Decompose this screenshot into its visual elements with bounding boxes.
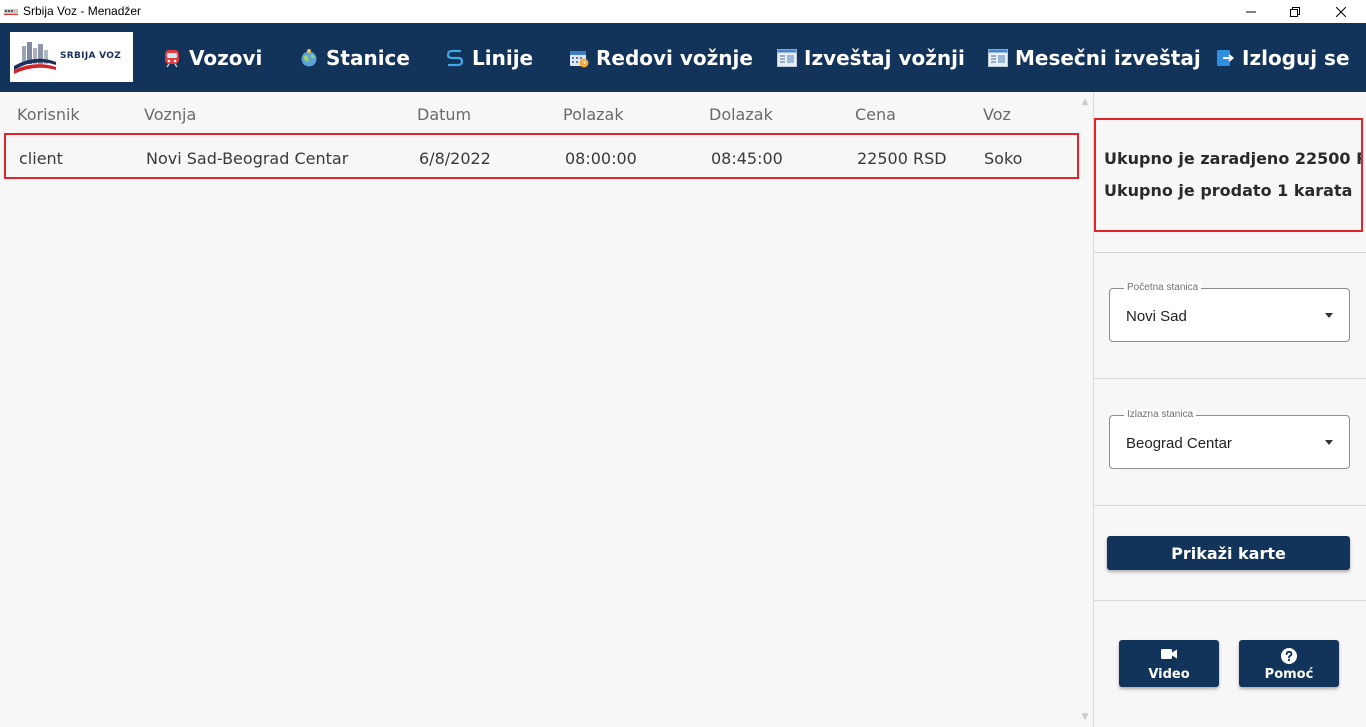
show-tickets-button[interactable]: Prikaži karte [1107, 536, 1350, 570]
cell-voznja: Novi Sad-Beograd Centar [146, 149, 349, 168]
nav-label: Redovi vožnje [596, 45, 753, 70]
close-button[interactable] [1318, 0, 1364, 23]
scroll-up-icon[interactable]: ▲ [1081, 98, 1089, 107]
minimize-icon [1246, 11, 1256, 12]
column-header-datum[interactable]: Datum [417, 105, 471, 124]
nav-label: Izveštaj vožnji [804, 45, 965, 70]
chevron-down-icon [1325, 313, 1333, 318]
help-button-label: Pomoć [1264, 667, 1314, 682]
report-icon [776, 47, 798, 69]
total-sold-text: Ukupno je prodato 1 karata [1104, 181, 1353, 200]
help-icon [1239, 648, 1339, 664]
nav-izvestaj-voznji[interactable]: Izveštaj vožnji [776, 23, 965, 92]
cell-dolazak: 08:45:00 [711, 149, 783, 168]
scroll-down-icon[interactable]: ▼ [1081, 713, 1089, 722]
nav-vozovi[interactable]: Vozovi [161, 23, 262, 92]
chevron-down-icon [1325, 440, 1333, 445]
divider [1094, 505, 1366, 506]
restore-icon [1290, 6, 1300, 17]
nav-redovi-voznje[interactable]: Redovi vožnje [568, 23, 753, 92]
calendar-icon [568, 47, 590, 69]
nav-izloguj-se[interactable]: Izloguj se [1214, 23, 1350, 92]
column-header-dolazak[interactable]: Dolazak [709, 105, 773, 124]
report-icon [987, 47, 1009, 69]
app-icon [4, 9, 18, 15]
column-header-korisnik[interactable]: Korisnik [17, 105, 80, 124]
window-titlebar: Srbija Voz - Menadžer [0, 0, 1366, 23]
start-station-select[interactable]: Početna stanica Novi Sad [1109, 282, 1350, 342]
train-icon [161, 47, 183, 69]
end-station-label: Izlazna stanica [1124, 409, 1197, 420]
srbija-voz-logo: SRBIJA VOZ [10, 32, 133, 82]
cell-datum: 6/8/2022 [419, 149, 491, 168]
nav-label: Linije [472, 45, 534, 70]
column-header-voznja[interactable]: Voznja [144, 105, 196, 124]
column-header-polazak[interactable]: Polazak [563, 105, 624, 124]
route-icon [444, 47, 466, 69]
tickets-table: Korisnik Voznja Datum Polazak Dolazak Ce… [0, 92, 1093, 727]
column-header-cena[interactable]: Cena [855, 105, 896, 124]
summary-box: Ukupno je zaradjeno 22500 RSD Ukupno je … [1094, 118, 1363, 232]
column-header-voz[interactable]: Voz [983, 105, 1011, 124]
top-navigation: SRBIJA VOZ Vozovi Stanice Linije Redovi … [0, 23, 1366, 92]
video-button-label: Video [1148, 667, 1190, 682]
nav-label: Izloguj se [1242, 45, 1350, 70]
table-header: Korisnik Voznja Datum Polazak Dolazak Ce… [0, 92, 1077, 136]
logout-icon [1214, 47, 1236, 69]
minimize-button[interactable] [1228, 0, 1274, 23]
start-station-label: Početna stanica [1124, 282, 1202, 293]
end-station-select[interactable]: Izlazna stanica Beograd Centar [1109, 409, 1350, 469]
nav-linije[interactable]: Linije [444, 23, 533, 92]
divider [1094, 378, 1366, 379]
divider [1094, 252, 1366, 253]
globe-icon [298, 47, 320, 69]
window-title: Srbija Voz - Menadžer [23, 4, 142, 18]
vertical-scrollbar[interactable]: ▲ ▼ [1077, 92, 1093, 727]
restore-button[interactable] [1272, 0, 1318, 23]
total-earned-text: Ukupno je zaradjeno 22500 RSD [1104, 149, 1361, 168]
video-button[interactable]: Video [1119, 640, 1219, 687]
nav-label: Vozovi [189, 45, 263, 70]
nav-label: Mesečni izveštaj [1015, 45, 1201, 70]
start-station-value: Novi Sad [1126, 308, 1187, 325]
cell-korisnik: client [19, 149, 63, 168]
cell-voz: Soko [984, 149, 1023, 168]
nav-label: Stanice [326, 45, 410, 70]
close-icon [1336, 6, 1346, 17]
cell-cena: 22500 RSD [857, 149, 947, 168]
nav-stanice[interactable]: Stanice [298, 23, 410, 92]
help-button[interactable]: Pomoć [1239, 640, 1339, 687]
end-station-value: Beograd Centar [1126, 435, 1232, 452]
cell-polazak: 08:00:00 [565, 149, 637, 168]
video-camera-icon [1119, 648, 1219, 660]
divider [1094, 600, 1366, 601]
logo-text: SRBIJA VOZ [60, 51, 122, 61]
nav-mesecni-izvestaj[interactable]: Mesečni izveštaj [987, 23, 1201, 92]
